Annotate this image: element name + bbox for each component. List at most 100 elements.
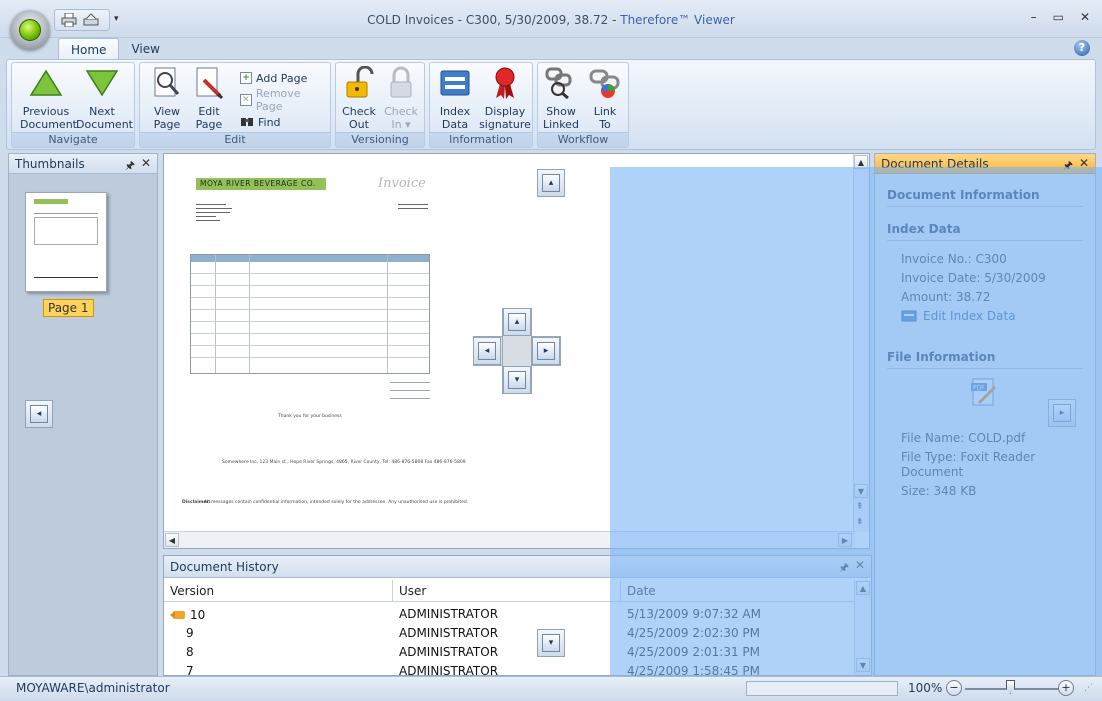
find-label: Find xyxy=(258,115,281,129)
application-orb[interactable] xyxy=(10,10,50,50)
resize-grip-icon[interactable]: ⋰ xyxy=(1084,683,1093,693)
dock-left-target[interactable]: ◂ xyxy=(25,400,53,428)
table-row[interactable]: 7 ADMINISTRATOR 4/25/2009 1:58:45 PM xyxy=(164,662,855,676)
dock-center-left-icon: ◂ xyxy=(478,342,496,360)
show-linked-label-2: Linked xyxy=(543,118,579,131)
window-title-text: COLD Invoices - C300, 5/30/2009, 38.72 - xyxy=(367,13,617,27)
table-row[interactable]: 9 ADMINISTRATOR 4/25/2009 2:02:30 PM xyxy=(164,624,855,643)
edit-page-button[interactable]: Edit Page xyxy=(186,65,232,131)
display-signature-label-2: signature xyxy=(479,118,531,131)
check-out-label-2: Out xyxy=(349,118,369,131)
page-1-label[interactable]: Page 1 xyxy=(43,299,94,317)
index-card-icon xyxy=(901,310,917,322)
dock-center-top-target[interactable]: ▴ xyxy=(503,308,531,336)
pen-page-icon xyxy=(191,65,227,101)
address-line xyxy=(196,204,226,205)
address-line xyxy=(196,212,230,213)
link-to-button[interactable]: Link To xyxy=(582,65,628,131)
close-icon[interactable]: ✕ xyxy=(1079,156,1089,170)
pin-icon[interactable]: 🖈 xyxy=(839,559,849,578)
close-icon[interactable]: ✕ xyxy=(855,558,865,572)
dock-top-target[interactable]: ▴ xyxy=(537,169,565,197)
edit-page-label-1: Edit xyxy=(198,105,220,118)
next-document-button[interactable]: Next Document xyxy=(76,65,133,131)
find-button[interactable]: Find xyxy=(240,113,281,131)
binoculars-icon xyxy=(240,115,254,130)
divider xyxy=(887,206,1083,207)
tab-view[interactable]: View xyxy=(119,38,171,60)
ribbon-group-edit: View Page Edit Page + Add Page ✕ Remove … xyxy=(139,62,331,148)
invoice-table-body xyxy=(191,262,429,358)
viewer-horizontal-scrollbar[interactable]: ◀ ▶ xyxy=(164,531,855,548)
history-version: 7 xyxy=(186,664,194,676)
scroll-down-icon[interactable]: ▼ xyxy=(854,484,868,498)
viewer-vertical-scrollbar[interactable]: ▲ ▼ ⇞ ⇟ xyxy=(853,154,869,532)
amount-value: Amount: 38.72 xyxy=(901,290,991,304)
dock-right-target[interactable]: ▸ xyxy=(1048,399,1076,427)
linked-magnifier-icon xyxy=(543,65,579,101)
history-version-cell: 10 xyxy=(164,605,393,624)
dock-center-left-target[interactable]: ◂ xyxy=(473,337,501,365)
scroll-right-icon[interactable]: ▶ xyxy=(838,533,852,547)
tab-home[interactable]: Home xyxy=(58,38,120,60)
previous-document-button[interactable]: Previous Document xyxy=(20,65,77,131)
zoom-level: 100% xyxy=(908,681,943,695)
help-icon[interactable]: ? xyxy=(1074,40,1090,56)
display-signature-button[interactable]: Display signature xyxy=(478,65,532,131)
show-linked-button[interactable]: Show Linked xyxy=(538,65,584,131)
file-type-value: File Type: Foxit Reader xyxy=(901,450,1036,464)
pin-icon[interactable]: 🖈 xyxy=(125,157,135,176)
add-page-button[interactable]: + Add Page xyxy=(240,69,307,87)
next-label-1: Next xyxy=(89,105,115,118)
scroll-up-icon[interactable]: ▲ xyxy=(854,155,868,169)
zoom-slider-thumb[interactable] xyxy=(1006,680,1015,694)
remove-page-button[interactable]: ✕ Remove Page xyxy=(240,87,330,113)
thumb-table xyxy=(34,217,98,245)
page-up-icon[interactable]: ⇞ xyxy=(856,502,864,512)
column-header-date[interactable]: Date xyxy=(621,580,855,601)
page-thumbnail[interactable] xyxy=(25,192,107,292)
ribbon-group-workflow: Show Linked Link To Workflow xyxy=(537,62,629,148)
zoom-in-button[interactable]: + xyxy=(1058,680,1074,696)
dock-center-bottom-target[interactable]: ▾ xyxy=(503,366,531,394)
address-line xyxy=(196,208,232,209)
current-version-icon xyxy=(170,610,185,619)
table-row[interactable]: 10 ADMINISTRATOR 5/13/2009 9:07:32 AM xyxy=(164,605,855,624)
history-date: 4/25/2009 2:02:30 PM xyxy=(627,626,761,640)
triangle-down-icon xyxy=(84,65,120,101)
document-history-title: Document History xyxy=(170,559,279,574)
index-data-label-1: Index xyxy=(439,105,471,118)
check-out-button[interactable]: Check Out xyxy=(336,65,382,131)
dock-bottom-target[interactable]: ▾ xyxy=(537,629,565,657)
history-vertical-scrollbar[interactable]: ▲ ▼ xyxy=(854,580,871,675)
triangle-up-icon xyxy=(28,65,64,101)
page-down-icon[interactable]: ⇟ xyxy=(856,517,864,527)
close-button[interactable]: ✕ xyxy=(1080,10,1090,24)
invoice-table-row xyxy=(191,298,429,310)
close-icon[interactable]: ✕ xyxy=(141,156,151,170)
previous-label-1: Previous xyxy=(22,105,70,118)
maximize-button[interactable]: ▭ xyxy=(1053,10,1064,24)
column-header-version[interactable]: Version xyxy=(164,580,393,601)
invoice-table-row xyxy=(191,346,429,358)
table-row[interactable]: 8 ADMINISTRATOR 4/25/2009 2:01:31 PM xyxy=(164,643,855,662)
scroll-up-icon[interactable]: ▲ xyxy=(856,581,870,595)
check-in-button[interactable]: Check In ▾ xyxy=(378,65,424,131)
column-header-user[interactable]: User xyxy=(393,580,621,601)
view-page-button[interactable]: View Page xyxy=(144,65,190,131)
scroll-left-icon[interactable]: ◀ xyxy=(165,533,179,547)
previous-label-2: Document xyxy=(20,118,77,131)
pin-icon[interactable]: 🖈 xyxy=(1063,157,1073,176)
zoom-out-button[interactable]: − xyxy=(946,680,962,696)
dock-center-right-target[interactable]: ▸ xyxy=(532,337,560,365)
document-details-title: Document Details xyxy=(881,156,989,171)
invoice-table-row xyxy=(191,286,429,298)
pdf-file-icon[interactable]: PDF xyxy=(971,377,999,412)
edit-index-data-link[interactable]: Edit Index Data xyxy=(901,309,1016,323)
scroll-down-icon[interactable]: ▼ xyxy=(856,658,870,672)
magnifier-page-icon xyxy=(149,65,185,101)
minimize-button[interactable]: – xyxy=(1031,10,1037,24)
index-data-button[interactable]: Index Data xyxy=(432,65,478,131)
history-version: 9 xyxy=(186,626,194,640)
navigate-group-label: Navigate xyxy=(12,132,134,147)
